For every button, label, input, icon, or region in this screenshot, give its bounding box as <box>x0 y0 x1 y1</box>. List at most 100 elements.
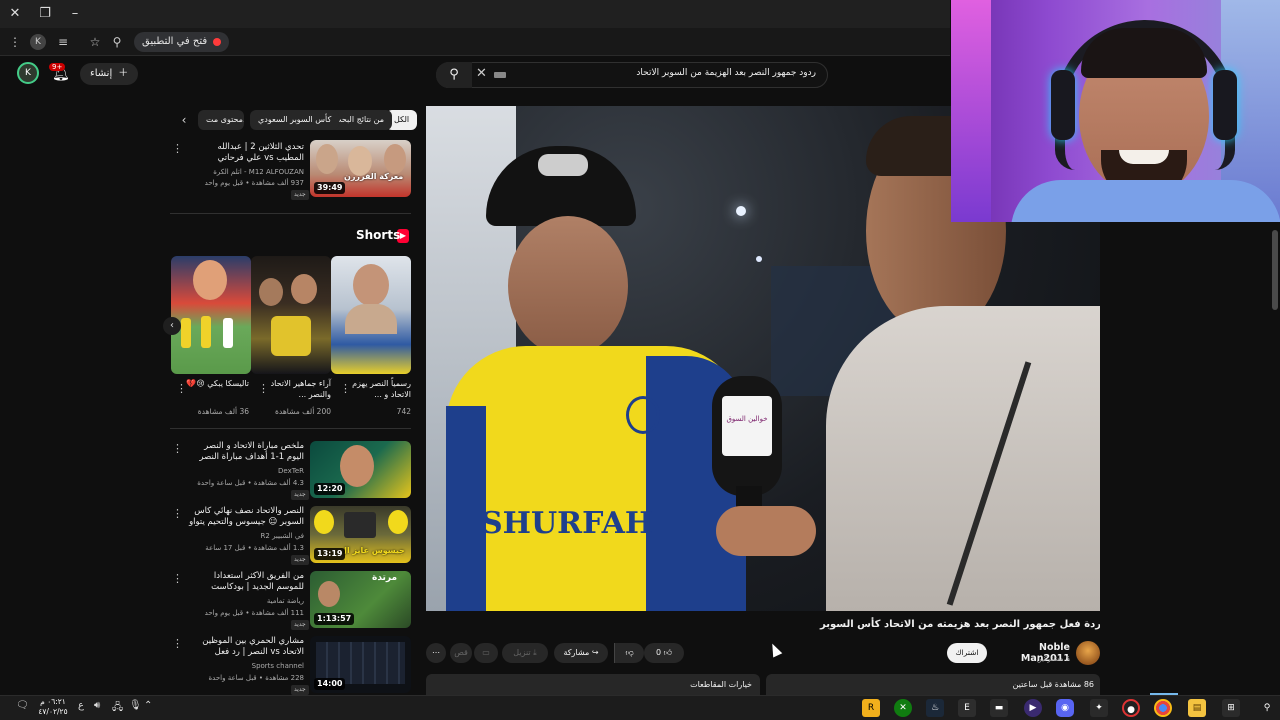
comment-options-label: خيارات المقاطعات <box>690 680 752 689</box>
download-button[interactable]: تنزيل ⤓ <box>502 643 548 663</box>
youtube-app-icon <box>213 38 222 46</box>
rockstar-launcher-icon[interactable]: R <box>862 699 880 717</box>
create-button[interactable]: إنشاء ＋ <box>80 63 139 85</box>
window-titlebar: ✕ ❐ – <box>0 0 950 28</box>
search-query-text: ردود جمهور النصر بعد الهزيمة من السوبر ا… <box>636 68 816 78</box>
video-meta: 111 ألف مشاهدة • قبل يوم واحد <box>204 609 304 617</box>
more-actions-icon[interactable]: ⋮ <box>258 382 269 395</box>
chip-saudi-super-cup[interactable]: كأس السوبر السعودي <box>250 110 340 130</box>
save-button[interactable]: ▭ <box>474 643 498 663</box>
media-controls-icon[interactable]: ≡ <box>54 33 72 51</box>
video-thumbnail[interactable]: جيسوس عايز ال 13:19 <box>310 506 411 563</box>
chips-scroll-arrow-icon[interactable]: ‹ <box>176 112 192 128</box>
video-meta: 228 مشاهدة • قبل ساعة واحدة <box>208 674 304 682</box>
more-actions-icon[interactable]: ⋮ <box>172 637 183 650</box>
epic-games-icon[interactable]: E <box>958 699 976 717</box>
more-actions-icon[interactable]: ⋮ <box>172 507 183 520</box>
riot-client-icon[interactable]: ✦ <box>1090 699 1108 717</box>
short-card[interactable] <box>251 256 331 374</box>
show-hidden-icons-chevron-icon[interactable]: ⌃ <box>144 700 152 711</box>
xbox-icon[interactable]: ✕ <box>894 699 912 717</box>
more-video-actions-icon[interactable]: ⋯ <box>426 643 446 663</box>
clear-search-icon[interactable]: ✕ <box>476 66 487 81</box>
thumbs-up-icon: 👍︎ <box>663 648 672 657</box>
dislike-button[interactable]: 👎︎ <box>614 643 644 663</box>
duration-badge: 12:20 <box>314 483 346 495</box>
media-player-icon[interactable]: ▶ <box>1024 699 1042 717</box>
video-thumbnail[interactable]: 12:20 <box>310 441 411 498</box>
clock-time: ٠٦:٢١ م <box>40 697 66 706</box>
video-channel[interactable]: رياضة تمامية <box>190 596 304 606</box>
search-icon[interactable]: ⚲ <box>436 62 472 88</box>
download-icon: ⤓ <box>533 648 537 657</box>
microsoft-store-icon[interactable]: ⊞ <box>1222 699 1240 717</box>
short-card[interactable] <box>331 256 411 374</box>
discord-icon[interactable]: ◉ <box>1056 699 1074 717</box>
video-channel[interactable]: Sports channel <box>190 661 304 671</box>
video-title-main: ردة فعل جمهور النصر بعد هزيمته من الاتحا… <box>820 619 1101 630</box>
video-channel[interactable]: في الشبيبر R2 <box>190 531 304 541</box>
video-title[interactable]: ملخص مباراة الاتحاد و النصر اليوم 1-1 أه… <box>190 441 304 463</box>
microphone-icon[interactable]: 🎙︎ <box>129 700 142 711</box>
taskbar-clock[interactable]: ٠٦:٢١ م ٤٧/٠٢/٢٥ <box>36 697 70 717</box>
short-title[interactable]: تاليسكا يبكي 😢💔 <box>177 378 249 389</box>
video-channel[interactable]: DexTeR <box>190 466 304 476</box>
browser-toolbar: ⋮ K ≡ ☆ ⚲ فتح في التطبيق <box>0 28 950 56</box>
mouse-cursor-icon <box>767 641 783 658</box>
video-thumb-text: جيسوس عايز ال <box>340 546 405 555</box>
steam-icon[interactable]: ♨ <box>926 699 944 717</box>
share-icon: ↪ <box>591 648 599 657</box>
obs-recording-icon[interactable]: ● <box>1122 699 1140 717</box>
shorts-heading: Shorts <box>356 228 401 242</box>
like-count: 0 <box>655 648 662 657</box>
short-title[interactable]: آراء جماهير الاتحاد والنصر ... <box>259 378 331 400</box>
video-thumbnail[interactable]: مرتدة 1:13:57 <box>310 571 411 628</box>
minimize-window-icon[interactable]: – <box>64 4 86 24</box>
zoom-search-icon[interactable]: ⚲ <box>108 33 126 51</box>
chrome-icon[interactable] <box>1154 699 1172 717</box>
more-actions-icon[interactable]: ⋮ <box>172 572 183 585</box>
video-title[interactable]: مشاري الحمري بين الموظين الاتحاد vs النص… <box>186 636 304 658</box>
top-video-thumb-text: معركة الفرررن <box>344 172 404 181</box>
more-actions-icon[interactable]: ⋮ <box>176 382 187 395</box>
top-video-channel[interactable]: M12 ALFOUZAN - اتلم الكرة <box>190 167 304 177</box>
video-meta: 4.3 ألف مشاهدة • قبل ساعة واحدة <box>197 479 304 487</box>
like-button[interactable]: 0 👍︎ <box>644 643 684 663</box>
scrollbar-thumb[interactable] <box>1272 230 1278 310</box>
new-tag: جديد <box>291 620 309 630</box>
short-card[interactable] <box>171 256 251 374</box>
network-icon[interactable]: 🖧 <box>112 700 123 717</box>
notifications-tray-icon[interactable]: 🗨︎ <box>16 700 29 711</box>
input-language-indicator[interactable]: ع <box>78 700 84 711</box>
browser-menu-icon[interactable]: ⋮ <box>6 33 24 51</box>
share-label: مشاركة <box>563 648 590 657</box>
share-button[interactable]: مشاركة ↪ <box>554 643 608 663</box>
search-taskbar-icon[interactable]: ⚲ <box>1258 699 1276 717</box>
more-actions-icon[interactable]: ⋮ <box>172 142 183 155</box>
channel-avatar[interactable] <box>1076 641 1100 665</box>
video-title[interactable]: النصر والاتحاد نصف نهائي كأس السوبر ☺ جي… <box>186 506 304 528</box>
more-actions-icon[interactable]: ⋮ <box>340 382 351 395</box>
volume-icon[interactable]: 🔊︎ <box>94 700 100 711</box>
more-actions-icon[interactable]: ⋮ <box>172 442 183 455</box>
account-avatar[interactable]: K <box>17 62 39 84</box>
subscribe-button[interactable]: اشتراك <box>947 643 987 663</box>
top-video-title[interactable]: تحدي الثلاثين 2 | عبدالله المطيب vs علي … <box>190 142 305 164</box>
file-explorer-icon[interactable]: ▤ <box>1188 699 1206 717</box>
chip-related[interactable]: محتوى مت... <box>198 110 244 130</box>
mic-logo-text: خوالين السوق <box>722 396 772 456</box>
video-thumbnail[interactable]: 14:00 <box>310 636 411 693</box>
clip-button[interactable]: قص <box>450 643 472 663</box>
task-app-icon[interactable]: ▬ <box>990 699 1008 717</box>
top-video-meta: 937 ألف مشاهدة • قبل يوم واحد <box>204 179 304 187</box>
restore-window-icon[interactable]: ❐ <box>34 4 56 24</box>
profile-avatar[interactable]: K <box>30 34 46 50</box>
shorts-prev-arrow-icon[interactable]: ‹ <box>163 317 181 335</box>
keyboard-icon[interactable] <box>494 72 506 78</box>
close-window-icon[interactable]: ✕ <box>4 4 26 24</box>
top-video-thumbnail[interactable]: معركة الفرررن 39:49 <box>310 140 411 197</box>
open-in-app-button[interactable]: فتح في التطبيق <box>134 32 230 52</box>
video-meta: 1.3 ألف مشاهدة • قبل 17 ساعة <box>205 544 304 552</box>
video-title[interactable]: من الفريق الأكثر استعداداً للموسم الجديد… <box>190 571 304 593</box>
bookmark-star-icon[interactable]: ☆ <box>86 33 104 51</box>
